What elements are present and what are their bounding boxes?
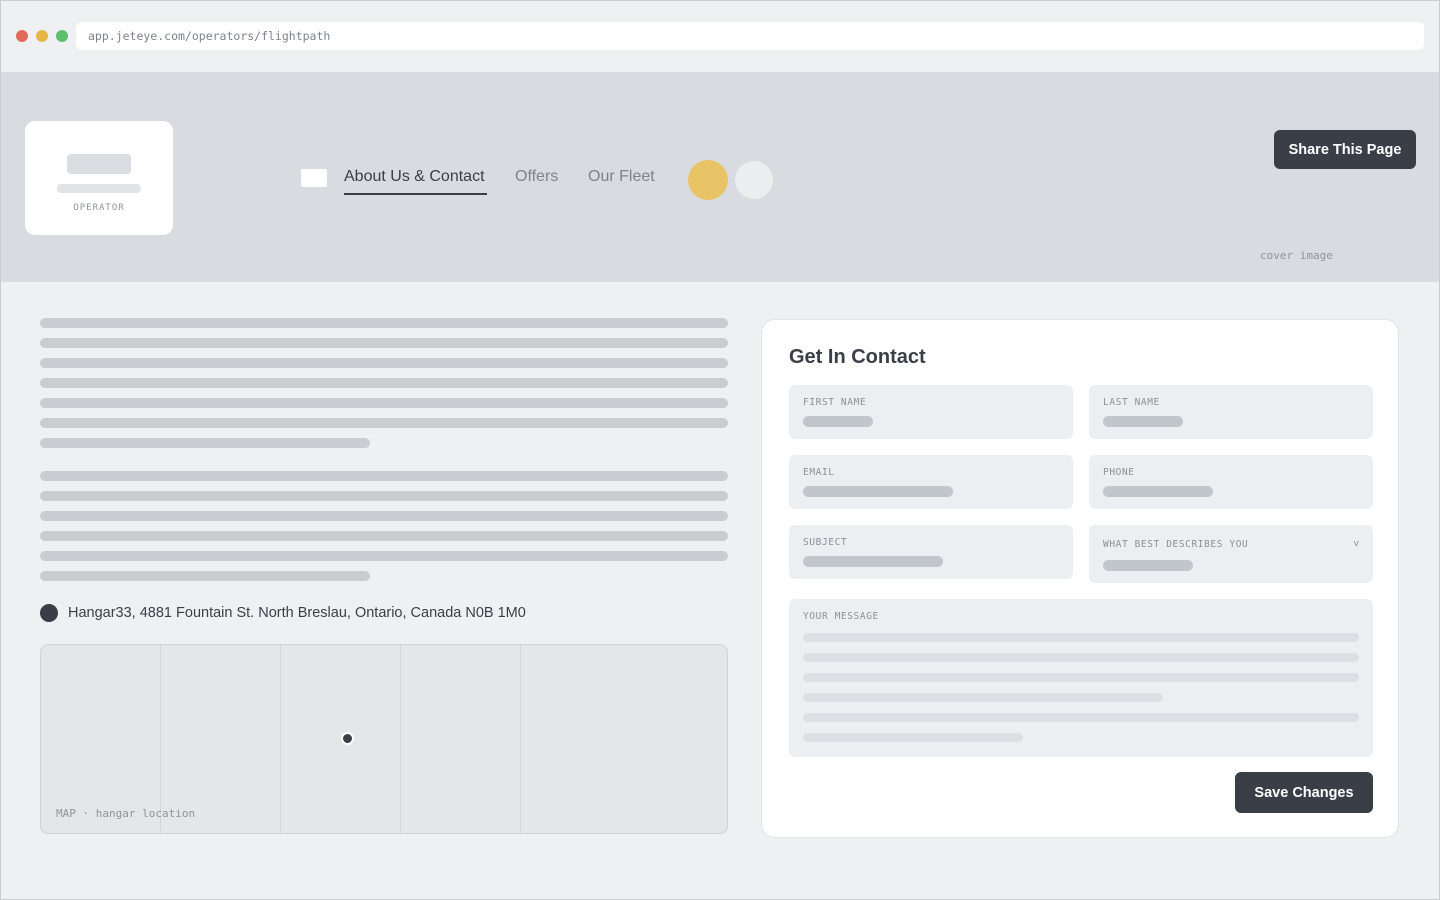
map-gridline (400, 645, 401, 833)
text-line (40, 358, 728, 368)
cover-header: OPERATOR About Us & Contact Offers Our F… (0, 72, 1440, 282)
map-gridline (520, 645, 521, 833)
phone-field[interactable]: PHONE (1089, 455, 1373, 509)
active-tab-indicator (344, 193, 487, 195)
highlight-circle-icon[interactable] (688, 160, 728, 200)
email-field[interactable]: EMAIL (789, 455, 1073, 509)
text-line (40, 418, 728, 428)
cover-image-label: cover image (1260, 249, 1333, 262)
message-line (803, 693, 1163, 702)
contact-form-card: Get In Contact FIRST NAME LAST NAME EMAI… (761, 319, 1399, 838)
tab-our-fleet[interactable]: Our Fleet (588, 168, 655, 186)
first-name-value (803, 416, 873, 427)
tab-about-contact[interactable]: About Us & Contact (344, 168, 485, 186)
save-changes-button[interactable]: Save Changes (1235, 772, 1373, 813)
text-line (40, 551, 728, 561)
logo-placeholder-line (57, 184, 141, 193)
last-name-label: LAST NAME (1103, 397, 1160, 408)
operator-logo: OPERATOR (25, 121, 173, 235)
text-line (40, 338, 728, 348)
message-line (803, 673, 1359, 682)
text-line (40, 491, 728, 501)
map-gridline (160, 645, 161, 833)
last-name-field[interactable]: LAST NAME (1089, 385, 1373, 439)
text-line (40, 438, 370, 448)
browser-chrome: app.jeteye.com/operators/flightpath (0, 0, 1440, 72)
phone-label: PHONE (1103, 467, 1135, 478)
close-window-icon[interactable] (16, 30, 28, 42)
text-line (40, 318, 728, 328)
logo-caption: OPERATOR (73, 203, 125, 213)
text-line (40, 471, 728, 481)
email-label: EMAIL (803, 467, 835, 478)
text-line (40, 398, 728, 408)
text-line (40, 378, 728, 388)
contact-form-title: Get In Contact (789, 346, 926, 368)
last-name-value (1103, 416, 1183, 427)
message-line (803, 653, 1359, 662)
chevron-down-icon[interactable]: v (1354, 539, 1359, 549)
email-value (803, 486, 953, 497)
hangar-map[interactable]: MAP · hangar location (40, 644, 728, 834)
message-line (803, 733, 1023, 742)
subject-value (803, 556, 943, 567)
hangar-address: Hangar33, 4881 Fountain St. North Bresla… (68, 605, 526, 621)
location-pin-icon (40, 604, 58, 622)
map-gridline (280, 645, 281, 833)
logo-placeholder (67, 154, 131, 174)
map-caption: MAP · hangar location (56, 807, 196, 820)
message-textarea[interactable]: YOUR MESSAGE (789, 599, 1373, 757)
map-marker-icon[interactable] (341, 732, 354, 745)
subject-label: SUBJECT (803, 537, 848, 548)
text-line (40, 531, 728, 541)
subject-field[interactable]: SUBJECT (789, 525, 1073, 579)
text-line (40, 571, 370, 581)
secondary-circle-icon[interactable] (735, 161, 773, 199)
message-line (803, 713, 1359, 722)
share-page-button[interactable]: Share This Page (1274, 130, 1416, 169)
describes-you-value (1103, 560, 1193, 571)
nav-flag-icon (301, 169, 327, 187)
phone-value (1103, 486, 1213, 497)
text-line (40, 511, 728, 521)
address-bar[interactable]: app.jeteye.com/operators/flightpath (76, 22, 1424, 50)
describes-you-label: WHAT BEST DESCRIBES YOU (1103, 539, 1249, 550)
first-name-label: FIRST NAME (803, 397, 867, 408)
tab-offers[interactable]: Offers (515, 168, 558, 186)
describes-you-select[interactable]: WHAT BEST DESCRIBES YOU v (1089, 525, 1373, 583)
message-label: YOUR MESSAGE (803, 611, 879, 622)
minimize-window-icon[interactable] (36, 30, 48, 42)
maximize-window-icon[interactable] (56, 30, 68, 42)
first-name-field[interactable]: FIRST NAME (789, 385, 1073, 439)
message-line (803, 633, 1359, 642)
